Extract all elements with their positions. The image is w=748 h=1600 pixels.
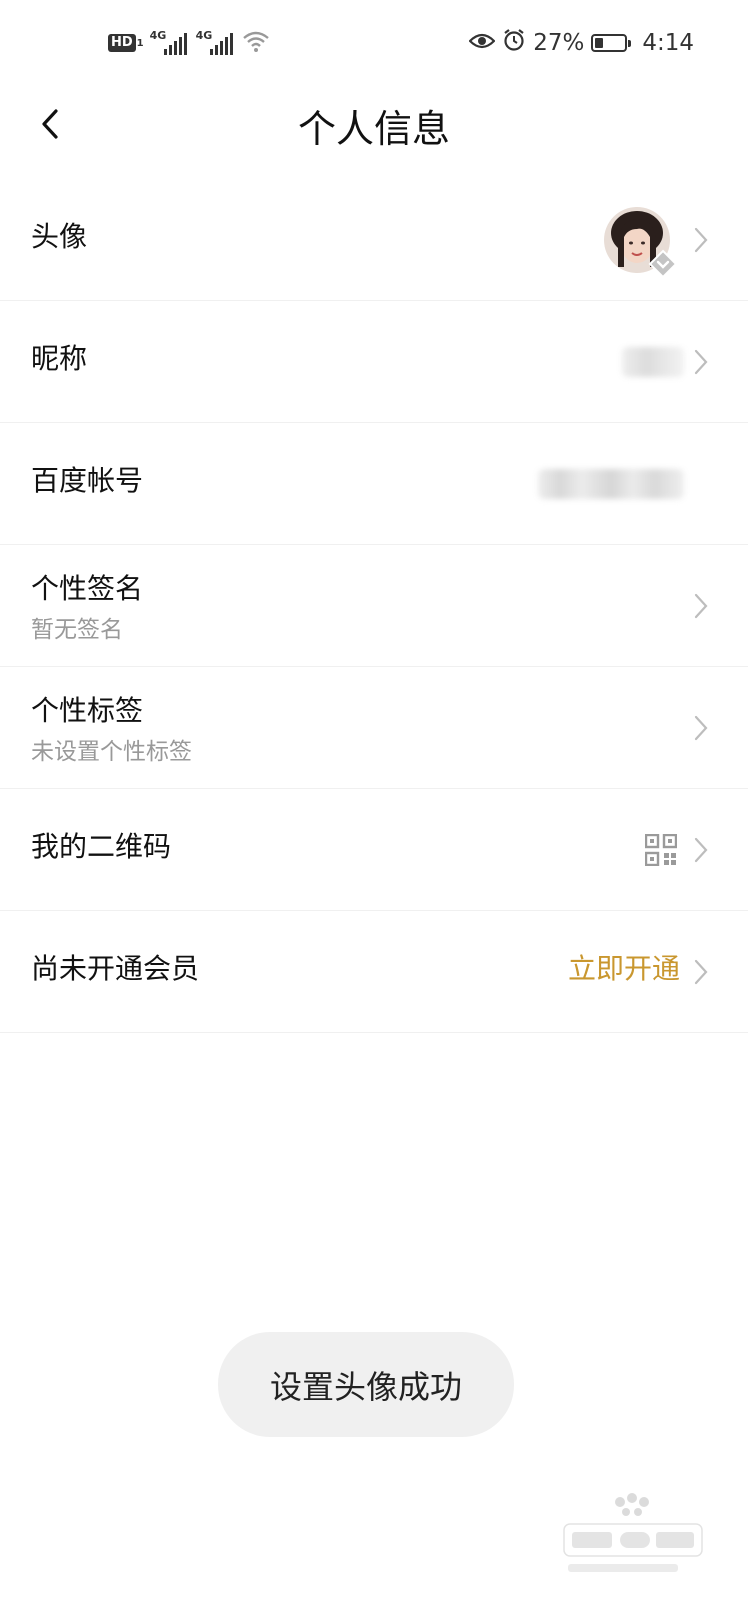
wifi-icon <box>242 29 270 57</box>
row-label: 个性标签 <box>31 694 144 727</box>
page-title: 个人信息 <box>297 107 450 151</box>
row-qr-code[interactable]: 我的二维码 <box>0 789 748 911</box>
chevron-right-icon <box>694 349 708 375</box>
row-label: 头像 <box>31 220 88 253</box>
status-bar-right: 27% 4:14 <box>468 26 694 60</box>
nav-header: 个人信息 <box>0 86 748 166</box>
row-baidu-account: 百度帐号 <box>0 423 748 545</box>
activate-now-link[interactable]: 立即开通 <box>568 949 680 989</box>
row-nickname[interactable]: 昵称 <box>0 301 748 423</box>
row-label: 昵称 <box>31 342 88 375</box>
blurred-value <box>622 347 684 377</box>
status-bar-left: HD 1 4G 4G <box>108 28 270 58</box>
row-label: 尚未开通会员 <box>31 952 200 985</box>
hd-voice-indicator: HD 1 <box>108 34 144 52</box>
row-membership[interactable]: 尚未开通会员 立即开通 <box>0 911 748 1033</box>
alarm-icon <box>502 28 526 58</box>
vip-badge-icon <box>648 249 678 279</box>
chevron-right-icon <box>694 227 708 253</box>
row-subtitle: 未设置个性标签 <box>31 739 192 765</box>
blurred-value <box>538 469 684 499</box>
signal-strength-icon: 4G <box>150 29 190 57</box>
baidu-jingyan-watermark-logo <box>558 1490 708 1580</box>
clock-time: 4:14 <box>642 30 694 56</box>
toast-message: 设置头像成功 <box>218 1332 514 1437</box>
battery-percent: 27% <box>533 30 585 56</box>
chevron-right-icon <box>694 959 708 985</box>
chevron-right-icon <box>694 837 708 863</box>
row-avatar[interactable]: 头像 <box>0 179 748 301</box>
row-label: 我的二维码 <box>31 830 172 863</box>
avatar[interactable] <box>604 207 678 279</box>
signal-strength-icon: 4G <box>196 29 236 57</box>
hd-label: HD <box>108 34 136 52</box>
eye-icon <box>468 30 496 56</box>
status-bar: HD 1 4G 4G 27% 4:14 <box>0 0 748 86</box>
battery-icon <box>591 34 632 52</box>
chevron-right-icon <box>694 593 708 619</box>
row-signature[interactable]: 个性签名 暂无签名 <box>0 545 748 667</box>
row-label: 个性签名 <box>31 572 144 605</box>
hd-sub-label: 1 <box>136 37 144 49</box>
qr-code-icon <box>644 833 678 867</box>
profile-info-list: 头像 昵称 百度帐号 个性签名 暂无签名 个性标签 未设置个性标签 我的二维码 … <box>0 179 748 1033</box>
chevron-right-icon <box>694 715 708 741</box>
row-label: 百度帐号 <box>31 464 144 497</box>
row-subtitle: 暂无签名 <box>31 617 123 643</box>
row-tags[interactable]: 个性标签 未设置个性标签 <box>0 667 748 789</box>
